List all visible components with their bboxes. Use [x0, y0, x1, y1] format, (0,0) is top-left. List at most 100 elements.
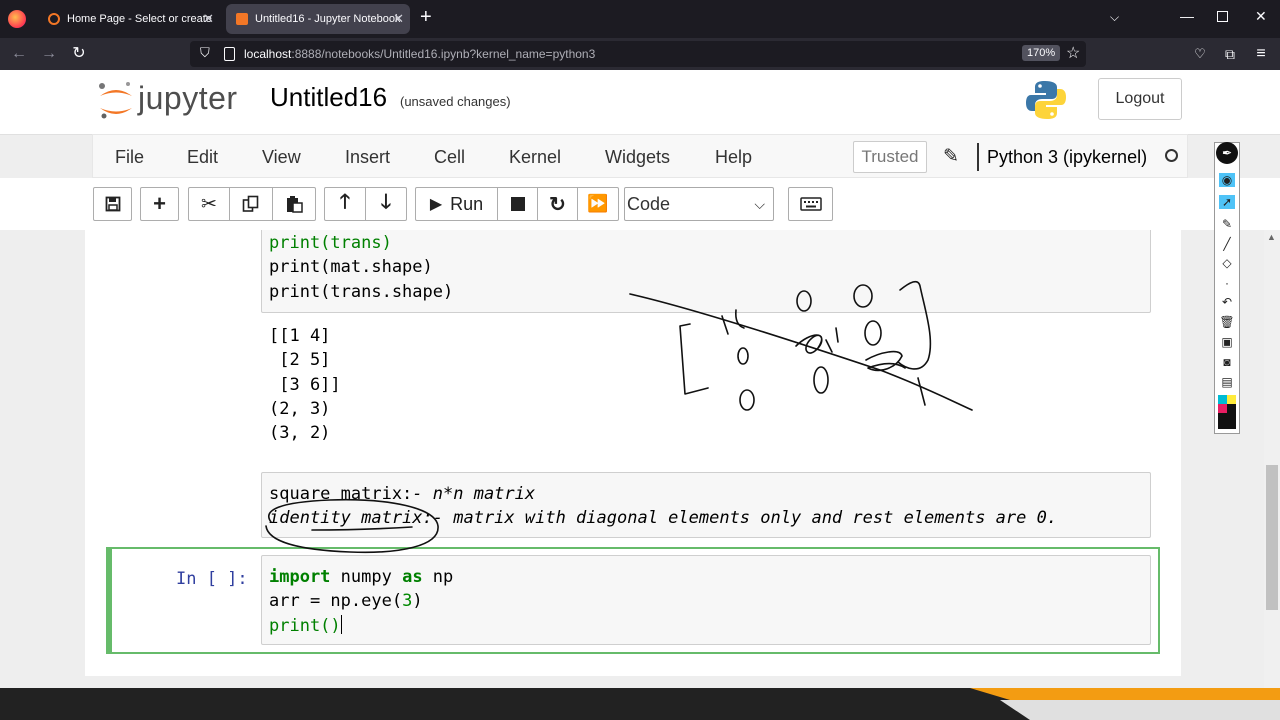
shield-icon[interactable]: ⛉ — [200, 45, 210, 61]
pen-tool-logo-icon[interactable]: ✒ — [1216, 142, 1238, 164]
notebook-name[interactable]: Untitled16 — [270, 82, 387, 113]
menubar: File Edit View Insert Cell Kernel Widget… — [92, 134, 1188, 178]
menu-widgets[interactable]: Widgets — [605, 147, 670, 168]
chevron-down-icon: ⌵ — [754, 196, 765, 212]
app-menu-icon[interactable]: ≡ — [1250, 43, 1272, 65]
paste-button[interactable] — [272, 187, 316, 221]
pocket-icon[interactable]: ♡ — [1189, 43, 1211, 65]
play-icon: ▶ — [429, 196, 443, 213]
bottom-bar — [0, 688, 1280, 720]
plus-icon: + — [153, 191, 166, 216]
edit-mode-pencil-icon: ✎ — [943, 146, 959, 167]
jupyter-favicon-icon — [48, 13, 60, 25]
arrow-up-icon: 🡑 — [339, 191, 351, 213]
browser-navbar: ← → ↻ ⛉ localhost:8888/notebooks/Untitle… — [0, 38, 1280, 70]
screenshot-icon[interactable]: ▣ — [1219, 335, 1235, 349]
jupyter-logo-text[interactable]: jupyter — [138, 80, 238, 117]
insert-cell-button[interactable]: + — [140, 187, 179, 221]
firefox-menu-icon[interactable] — [8, 10, 26, 28]
color-palette-icon[interactable] — [1218, 395, 1236, 429]
jupyter-logo-icon[interactable] — [96, 80, 136, 122]
extensions-icon[interactable]: ⧉ — [1219, 43, 1241, 65]
save-button[interactable] — [93, 187, 132, 221]
tab-notebook[interactable]: Untitled16 - Jupyter Notebook ✕ — [226, 4, 410, 34]
notebook-toolbar: + ✂ 🡑 🡓 ▶ Run ↻ ⏩ Code ⌵ — [0, 178, 1280, 230]
move-up-button[interactable]: 🡑 — [324, 187, 366, 221]
notebook-area: print(trans) print(mat.shape) print(tran… — [0, 230, 1280, 688]
close-window-icon[interactable]: ✕ — [1255, 8, 1267, 25]
menu-file[interactable]: File — [115, 147, 144, 168]
scroll-up-icon[interactable]: ▲ — [1267, 232, 1276, 242]
eraser-icon[interactable]: ◇ — [1219, 256, 1235, 270]
list-tabs-icon[interactable]: ⌵ — [1110, 10, 1119, 25]
url-text: localhost:8888/notebooks/Untitled16.ipyn… — [244, 47, 595, 61]
tab-title: Home Page - Select or create a — [67, 13, 212, 25]
url-host: localhost — [244, 47, 292, 61]
restart-icon: ↻ — [549, 193, 566, 216]
arrow-down-icon: 🡓 — [380, 191, 392, 213]
restart-button[interactable]: ↻ — [537, 187, 578, 221]
menu-edit[interactable]: Edit — [187, 147, 218, 168]
orange-banner-shape — [970, 688, 1280, 720]
dot-icon[interactable]: · — [1219, 276, 1235, 290]
trash-icon[interactable]: 🗑 — [1219, 315, 1235, 329]
stop-icon — [510, 197, 525, 211]
camera-icon[interactable]: ◙ — [1219, 355, 1235, 369]
menu-kernel[interactable]: Kernel — [509, 147, 561, 168]
kernel-idle-icon — [1165, 149, 1178, 162]
run-label: Run — [450, 193, 484, 214]
close-tab-icon[interactable]: ✕ — [203, 11, 214, 27]
move-down-button[interactable]: 🡓 — [365, 187, 407, 221]
page-info-icon[interactable] — [224, 47, 235, 61]
tab-title: Untitled16 - Jupyter Notebook — [255, 13, 400, 25]
forward-icon[interactable]: → — [38, 43, 60, 65]
restart-run-all-button[interactable]: ⏩ — [577, 187, 619, 221]
cut-button[interactable]: ✂ — [188, 187, 230, 221]
cell-type-value: Code — [627, 194, 671, 214]
interrupt-button[interactable] — [497, 187, 538, 221]
url-path: :8888/notebooks/Untitled16.ipynb?kernel_… — [291, 47, 596, 61]
paste-icon — [287, 196, 303, 213]
python-logo-icon — [1026, 81, 1066, 119]
eye-icon[interactable]: ◉ — [1219, 173, 1235, 187]
browser-tabstrip: Home Page - Select or create a ✕ Untitle… — [0, 0, 1280, 38]
bookmark-star-icon[interactable]: ☆ — [1066, 43, 1080, 63]
undo-icon[interactable]: ↶ — [1219, 295, 1235, 309]
url-bar[interactable]: ⛉ localhost:8888/notebooks/Untitled16.ip… — [190, 41, 1086, 67]
command-palette-button[interactable] — [788, 187, 833, 221]
cursor-icon[interactable]: ➚ — [1219, 195, 1235, 209]
save-icon — [105, 196, 120, 212]
copy-button[interactable] — [229, 187, 273, 221]
pen-annotations — [265, 280, 973, 554]
maximize-icon[interactable] — [1217, 11, 1228, 22]
jupyter-header: jupyter Untitled16 (unsaved changes) Log… — [0, 70, 1280, 135]
line-icon[interactable]: ╱ — [1219, 237, 1235, 251]
trusted-indicator[interactable]: Trusted — [853, 141, 927, 173]
keyboard-icon — [799, 197, 822, 211]
vertical-scrollbar[interactable]: ▲ — [1264, 230, 1280, 688]
menu-help[interactable]: Help — [715, 147, 752, 168]
run-button[interactable]: ▶ Run — [415, 187, 498, 221]
new-tab-button[interactable]: + — [420, 6, 432, 29]
close-tab-icon[interactable]: ✕ — [393, 11, 404, 27]
tab-home-page[interactable]: Home Page - Select or create a ✕ — [38, 4, 220, 34]
logout-button[interactable]: Logout — [1098, 78, 1182, 120]
menu-cell[interactable]: Cell — [434, 147, 465, 168]
kernel-name[interactable]: Python 3 (ipykernel) — [987, 147, 1147, 168]
minimize-icon[interactable]: — — [1180, 8, 1194, 24]
cell-type-select[interactable]: Code ⌵ — [624, 187, 774, 221]
clipboard-icon[interactable]: ▤ — [1219, 375, 1235, 389]
zoom-level[interactable]: 170% — [1022, 45, 1061, 61]
fast-forward-icon: ⏩ — [587, 194, 609, 213]
menu-insert[interactable]: Insert — [345, 147, 390, 168]
reload-icon[interactable]: ↻ — [68, 43, 90, 65]
kernel-separator — [977, 143, 979, 171]
annotation-toolbar: ✒ ◉ ➚ ✎ ╱ ◇ · ↶ 🗑 ▣ ◙ ▤ — [1214, 142, 1240, 434]
save-status: (unsaved changes) — [400, 94, 511, 109]
notebook-favicon-icon — [236, 13, 248, 25]
pen-icon[interactable]: ✎ — [1219, 217, 1235, 231]
back-icon[interactable]: ← — [8, 43, 30, 65]
scrollbar-thumb[interactable] — [1266, 465, 1278, 610]
menu-view[interactable]: View — [262, 147, 301, 168]
scissors-icon: ✂ — [201, 193, 217, 215]
